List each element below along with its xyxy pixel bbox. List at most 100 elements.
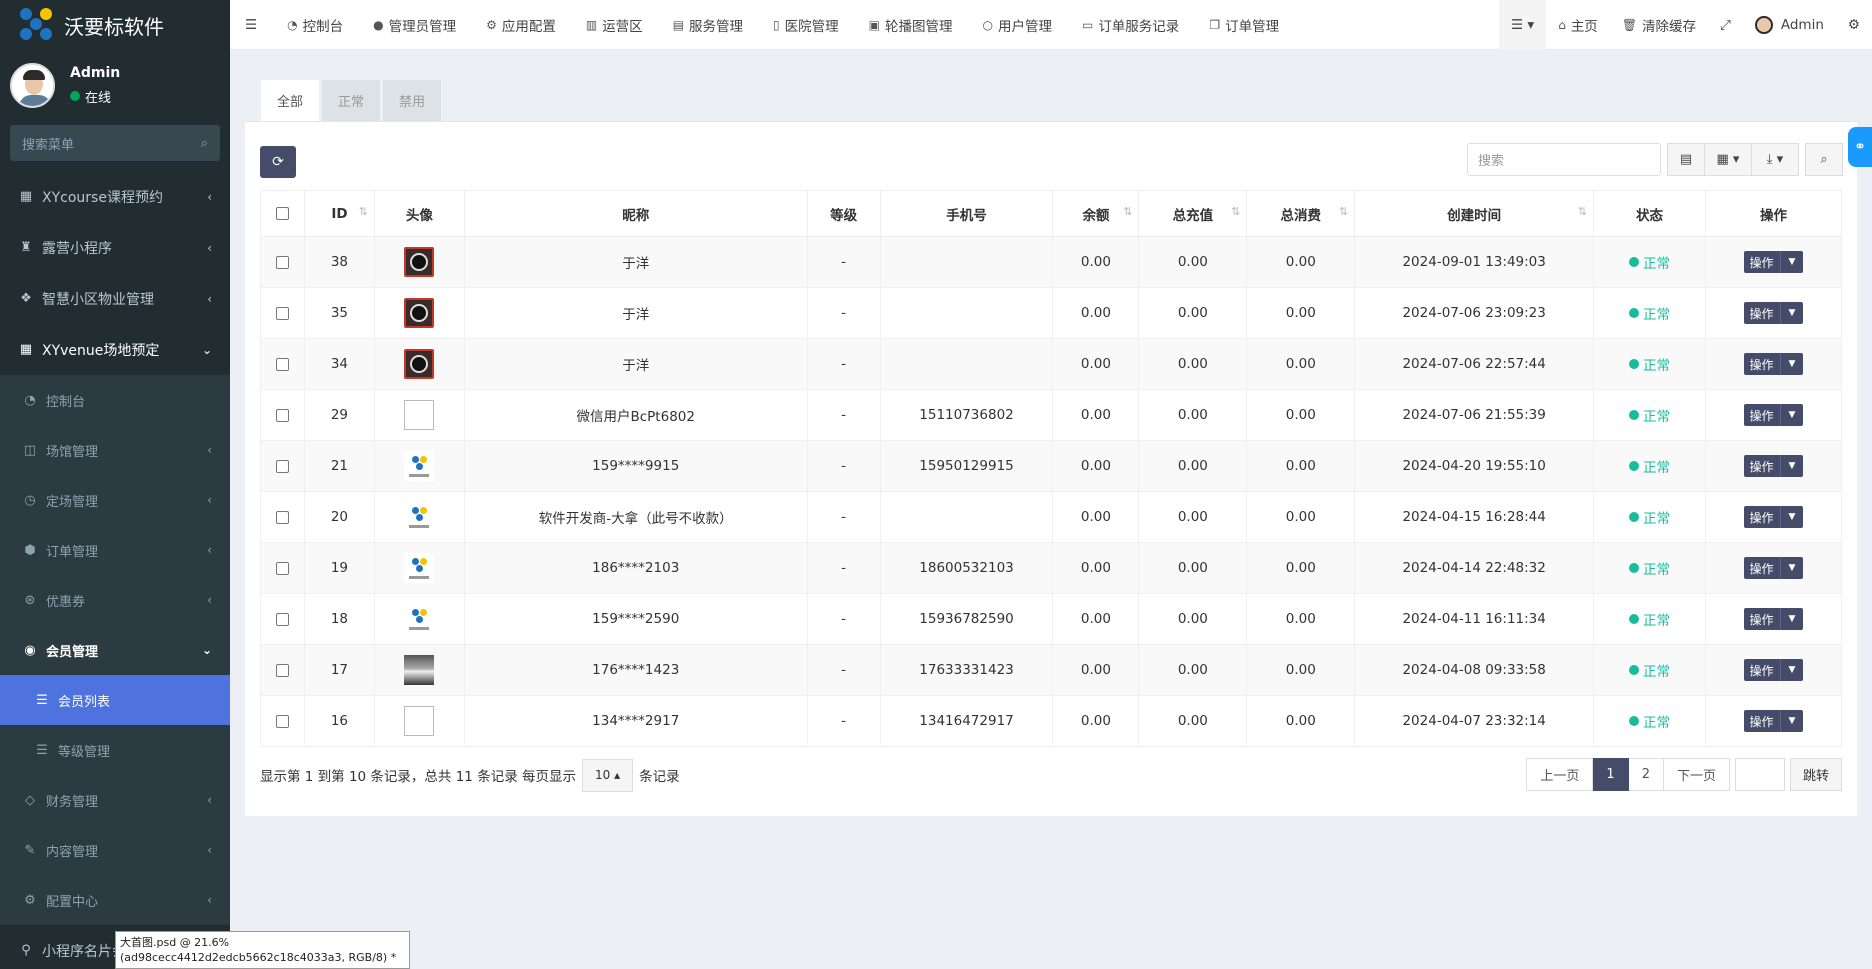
row-checkbox[interactable]: [275, 357, 289, 371]
row-select-cell[interactable]: [260, 542, 305, 594]
prev-page-button[interactable]: 上一页: [1526, 758, 1594, 791]
row-checkbox[interactable]: [275, 612, 289, 626]
nav-services[interactable]: ▤ 服务管理: [658, 0, 758, 50]
row-select-cell[interactable]: [260, 287, 305, 339]
sidebar-item-property[interactable]: ❖ 智慧小区物业管理 ‹: [0, 273, 230, 324]
col-recharge[interactable]: 总充值: [1138, 190, 1248, 237]
avatar[interactable]: [404, 247, 435, 277]
avatar[interactable]: [404, 706, 435, 736]
action-dropdown-button[interactable]: 操作 ▼: [1743, 659, 1804, 681]
cell-status[interactable]: 正常: [1593, 542, 1706, 594]
status-badge[interactable]: 正常: [1629, 252, 1670, 272]
sidebar-item-content[interactable]: ✎ 内容管理 ‹: [0, 825, 230, 875]
page-2-button[interactable]: 2: [1628, 758, 1664, 791]
action-dropdown-button[interactable]: 操作 ▼: [1743, 404, 1804, 426]
cell-status[interactable]: 正常: [1593, 287, 1706, 339]
select-all-checkbox[interactable]: [275, 207, 289, 220]
cell-status[interactable]: 正常: [1593, 389, 1706, 441]
fullscreen-button[interactable]: ⤢: [1708, 0, 1743, 50]
status-badge[interactable]: 正常: [1629, 558, 1670, 578]
nav-admins[interactable]: ● 管理员管理: [358, 0, 471, 50]
menu-search-input[interactable]: 搜索菜单 ⌕: [10, 125, 220, 161]
col-consume[interactable]: 总消费: [1246, 190, 1356, 237]
cell-status[interactable]: 正常: [1593, 644, 1706, 696]
sidebar-item-finance[interactable]: ◇ 财务管理 ‹: [0, 775, 230, 825]
row-checkbox[interactable]: [275, 255, 289, 269]
status-badge[interactable]: 正常: [1629, 507, 1670, 527]
action-dropdown-button[interactable]: 操作 ▼: [1743, 251, 1804, 273]
app-logo[interactable]: 沃要标软件: [0, 0, 230, 50]
sidebar-item-dashboard[interactable]: ◔ 控制台: [0, 375, 230, 425]
row-select-cell[interactable]: [260, 491, 305, 543]
avatar[interactable]: [404, 502, 435, 532]
tab-all[interactable]: 全部: [261, 80, 320, 121]
jump-button[interactable]: 跳转: [1789, 758, 1842, 791]
action-dropdown-button[interactable]: 操作 ▼: [1743, 506, 1804, 528]
refresh-button[interactable]: ⟳: [260, 146, 296, 178]
clear-cache-button[interactable]: 🗑 清除缓存: [1610, 0, 1708, 50]
row-checkbox[interactable]: [275, 510, 289, 524]
action-dropdown-button[interactable]: 操作 ▼: [1743, 302, 1804, 324]
status-badge[interactable]: 正常: [1629, 303, 1670, 323]
action-dropdown-button[interactable]: 操作 ▼: [1743, 353, 1804, 375]
avatar[interactable]: [404, 655, 435, 685]
search-button[interactable]: ⌕: [1805, 143, 1843, 176]
row-select-cell[interactable]: [260, 338, 305, 390]
status-badge[interactable]: 正常: [1629, 456, 1670, 476]
avatar[interactable]: [404, 400, 435, 430]
nav-hospitals[interactable]: ▯ 医院管理: [758, 0, 854, 50]
status-badge[interactable]: 正常: [1629, 405, 1670, 425]
row-select-cell[interactable]: [260, 440, 305, 492]
row-select-cell[interactable]: [260, 389, 305, 441]
col-created[interactable]: 创建时间: [1354, 190, 1595, 237]
col-balance[interactable]: 余额: [1052, 190, 1140, 237]
action-dropdown-button[interactable]: 操作 ▼: [1743, 557, 1804, 579]
col-id[interactable]: ID: [303, 190, 375, 237]
sidebar-item-coupons[interactable]: ⊛ 优惠券 ‹: [0, 575, 230, 625]
avatar[interactable]: [404, 349, 435, 379]
cell-status[interactable]: 正常: [1593, 491, 1706, 543]
cell-status[interactable]: 正常: [1593, 695, 1706, 747]
status-badge[interactable]: 正常: [1629, 354, 1670, 374]
sidebar-item-venues[interactable]: ◫ 场馆管理 ‹: [0, 425, 230, 475]
jump-page-input[interactable]: [1734, 758, 1785, 791]
cell-status[interactable]: 正常: [1593, 338, 1706, 390]
avatar[interactable]: [404, 553, 435, 583]
floating-link-button[interactable]: ⚭: [1848, 127, 1872, 167]
cell-status[interactable]: 正常: [1593, 440, 1706, 492]
sidebar-toggle-button[interactable]: ☰: [230, 0, 272, 50]
nav-app-config[interactable]: ⚙ 应用配置: [471, 0, 571, 50]
cell-status[interactable]: 正常: [1593, 593, 1706, 645]
status-badge[interactable]: 正常: [1629, 660, 1670, 680]
avatar[interactable]: [404, 451, 435, 481]
sidebar-item-levels[interactable]: ☰ 等级管理: [0, 725, 230, 775]
settings-button[interactable]: ⚙: [1836, 0, 1872, 50]
admin-menu[interactable]: Admin: [1743, 0, 1836, 50]
sidebar-item-config[interactable]: ⚙ 配置中心 ‹: [0, 875, 230, 925]
table-search-input[interactable]: 搜索: [1467, 143, 1661, 176]
sidebar-item-xyvenue[interactable]: ▦ XYvenue场地预定 ⌄: [0, 324, 230, 375]
row-checkbox[interactable]: [275, 663, 289, 677]
row-select-cell[interactable]: [260, 593, 305, 645]
toggle-view-button[interactable]: ▤: [1667, 143, 1705, 176]
row-select-cell[interactable]: [260, 695, 305, 747]
sidebar-item-member-list[interactable]: ☰ 会员列表: [0, 675, 230, 725]
nav-operations[interactable]: ▥ 运营区: [571, 0, 658, 50]
row-select-cell[interactable]: [260, 236, 305, 288]
tab-normal[interactable]: 正常: [322, 80, 381, 121]
nav-dashboard[interactable]: ◔ 控制台: [272, 0, 358, 50]
sidebar-item-orders[interactable]: ⬢ 订单管理 ‹: [0, 525, 230, 575]
sidebar-item-booking[interactable]: ◷ 定场管理 ‹: [0, 475, 230, 525]
action-dropdown-button[interactable]: 操作 ▼: [1743, 710, 1804, 732]
action-dropdown-button[interactable]: 操作 ▼: [1743, 455, 1804, 477]
row-checkbox[interactable]: [275, 561, 289, 575]
tab-disabled[interactable]: 禁用: [383, 80, 442, 121]
cell-status[interactable]: 正常: [1593, 236, 1706, 288]
export-button[interactable]: ⤓ ▾: [1752, 143, 1799, 176]
next-page-button[interactable]: 下一页: [1663, 758, 1730, 791]
sidebar-item-members[interactable]: ◉ 会员管理 ⌄: [0, 625, 230, 675]
nav-order-service-records[interactable]: ▭ 订单服务记录: [1067, 0, 1194, 50]
status-badge[interactable]: 正常: [1629, 609, 1670, 629]
home-link[interactable]: ⌂ 主页: [1546, 0, 1610, 50]
page-size-select[interactable]: 10 ▴: [581, 758, 634, 792]
